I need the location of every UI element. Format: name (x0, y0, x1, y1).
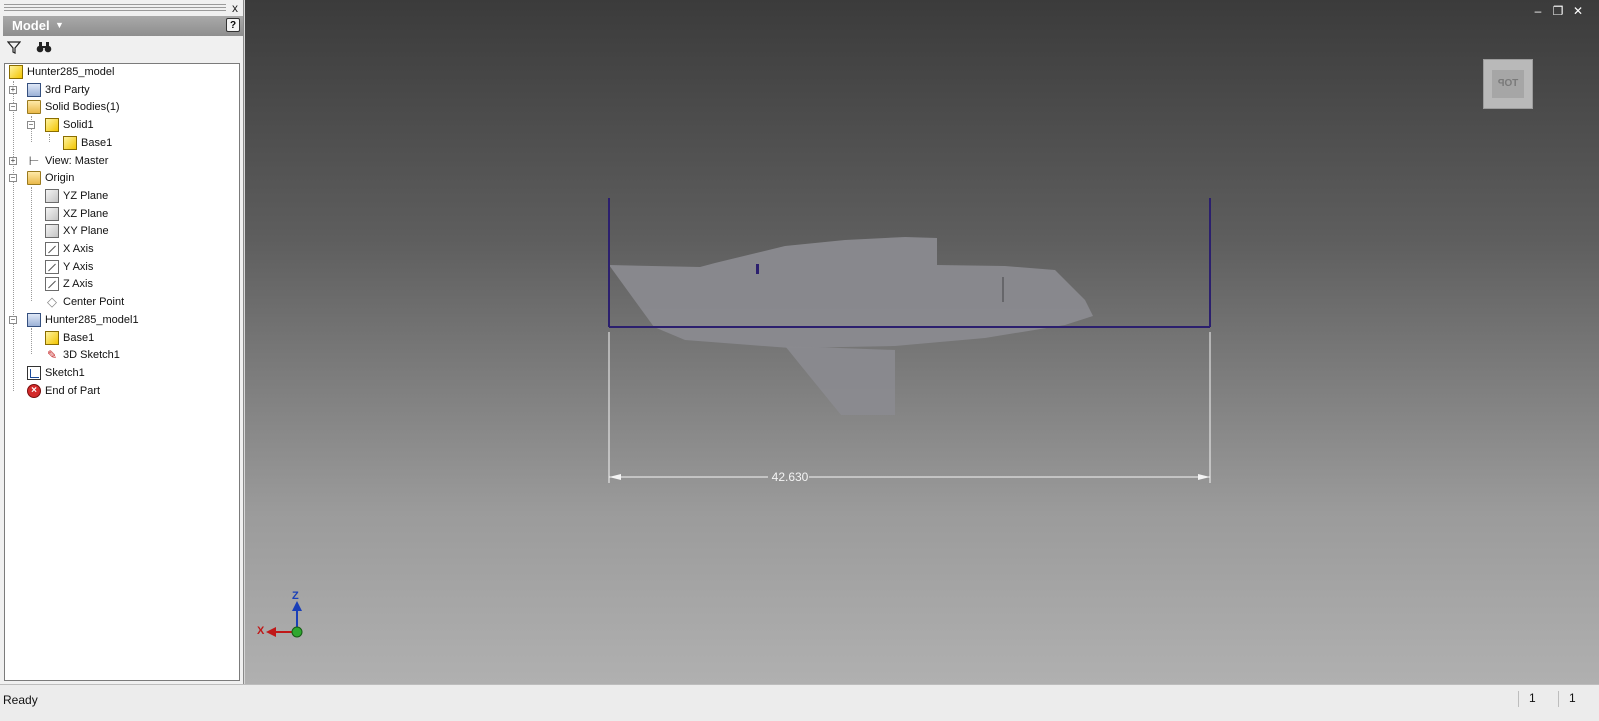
end-of-part-icon: × (27, 383, 41, 398)
browser-header[interactable]: Model ▼ ? (3, 16, 243, 36)
tree-item-solid-bodies[interactable]: − Solid Bodies(1) (5, 99, 239, 116)
tree-item-y-axis[interactable]: Y Axis (5, 259, 239, 276)
sketch-point[interactable] (756, 264, 759, 274)
tree-item-label: Solid Bodies(1) (45, 101, 120, 114)
axis-icon (45, 277, 59, 292)
browser-title: Model (12, 18, 50, 33)
model-browser-panel: x Model ▼ ? Hunter285_model + 3rd Party (0, 0, 244, 698)
folder-open-icon (27, 171, 41, 186)
hull-silhouette[interactable] (609, 237, 1093, 348)
status-cell-2: 1 (1558, 691, 1589, 707)
base-feature-icon (45, 330, 59, 345)
3d-sketch-icon: ✎ (46, 348, 58, 363)
tree-item-label: Y Axis (63, 260, 94, 273)
chevron-down-icon[interactable]: ▼ (55, 20, 64, 30)
tree-item-label: Center Point (63, 296, 125, 309)
plane-icon (45, 206, 59, 221)
collapse-icon[interactable]: − (9, 174, 17, 183)
tree-item-label: Hunter285_model (27, 66, 115, 78)
tree-item-label: Z Axis (63, 278, 93, 291)
third-party-icon (27, 82, 41, 97)
axis-icon (45, 259, 59, 274)
tree-item-label: Base1 (81, 136, 113, 149)
tree-item-label: View: Master (45, 154, 109, 167)
tree-item-label: Origin (45, 172, 75, 185)
tree-item-base1[interactable]: Base1 (5, 135, 239, 152)
dimension-value[interactable]: 42.630 (770, 470, 810, 484)
status-bar: Ready 1 1 (0, 684, 1599, 721)
panel-grip[interactable] (4, 4, 226, 11)
expand-icon[interactable]: + (9, 156, 17, 165)
sketch-icon (27, 365, 41, 380)
solid-body-icon (45, 118, 59, 133)
tree-item-label: X Axis (63, 243, 94, 255)
tree-item-label: Solid1 (63, 119, 94, 132)
collapse-icon[interactable]: − (9, 315, 17, 324)
find-binoculars-icon[interactable] (35, 40, 53, 56)
tree-item-z-axis[interactable]: Z Axis (5, 276, 239, 293)
model-tree: Hunter285_model + 3rd Party − Solid Bodi… (4, 63, 240, 681)
tree-item-xy-plane[interactable]: XY Plane (5, 223, 239, 240)
collapse-icon[interactable]: − (9, 103, 17, 112)
tree-item-label: Hunter285_model1 (45, 313, 139, 326)
graphics-viewport[interactable]: – ❐ ✕ TOP 42.630 Z X (245, 0, 1599, 684)
tree-item-view-master[interactable]: + ⊢ View: Master (5, 153, 239, 170)
tree-item-x-axis[interactable]: X Axis (5, 241, 239, 258)
plane-icon (45, 224, 59, 239)
axis-icon (45, 242, 59, 256)
expand-icon[interactable]: + (9, 85, 17, 94)
tree-item-label: YZ Plane (63, 189, 109, 202)
tree-item-end-of-part[interactable]: × End of Part (5, 383, 239, 400)
part-icon (9, 65, 23, 79)
tree-item-3d-sketch1[interactable]: ✎ 3D Sketch1 (5, 347, 239, 364)
collapse-icon[interactable]: − (27, 121, 35, 130)
tree-item-label: Sketch1 (45, 366, 85, 379)
tree-item-label: 3D Sketch1 (63, 349, 120, 362)
panel-close-button[interactable]: x (232, 1, 238, 15)
tree-item-3rd-party[interactable]: + 3rd Party (5, 82, 239, 99)
tree-item-solid1[interactable]: − Solid1 (5, 117, 239, 134)
keel-silhouette[interactable] (785, 346, 895, 415)
z-axis-label: Z (292, 590, 299, 602)
base-feature-icon (63, 135, 77, 150)
tree-item-label: XZ Plane (63, 207, 109, 220)
x-axis-label: X (257, 625, 265, 637)
tree-item-center-point[interactable]: ◇ Center Point (5, 294, 239, 311)
axis-triad (266, 601, 303, 638)
center-point-icon: ◇ (47, 294, 57, 310)
tree-item-label: End of Part (45, 384, 101, 397)
tree-item-yz-plane[interactable]: YZ Plane (5, 188, 239, 205)
tree-item-sketch1[interactable]: Sketch1 (5, 365, 239, 382)
tree-item-label: 3rd Party (45, 83, 90, 96)
solid-bodies-folder-icon (27, 100, 41, 115)
tree-item-base1-derived[interactable]: Base1 (5, 330, 239, 347)
linear-dimension[interactable] (608, 332, 1211, 483)
browser-toolbar (3, 38, 241, 60)
tree-item-hunter285-model[interactable]: Hunter285_model (5, 64, 239, 81)
help-icon[interactable]: ? (226, 18, 240, 32)
status-cell-1: 1 (1518, 691, 1549, 707)
status-text: Ready (3, 693, 38, 707)
derived-part-icon (27, 312, 41, 327)
tree-item-hunter285-model1[interactable]: − Hunter285_model1 (5, 312, 239, 329)
filter-icon[interactable] (5, 40, 23, 56)
plane-icon (45, 188, 59, 203)
tree-item-label: XY Plane (63, 225, 109, 238)
tree-item-origin[interactable]: − Origin (5, 170, 239, 187)
view-rep-icon: ⊢ (28, 153, 40, 168)
tree-item-xz-plane[interactable]: XZ Plane (5, 206, 239, 223)
model-scene (266, 198, 1211, 638)
tree-item-label: Base1 (63, 331, 95, 344)
